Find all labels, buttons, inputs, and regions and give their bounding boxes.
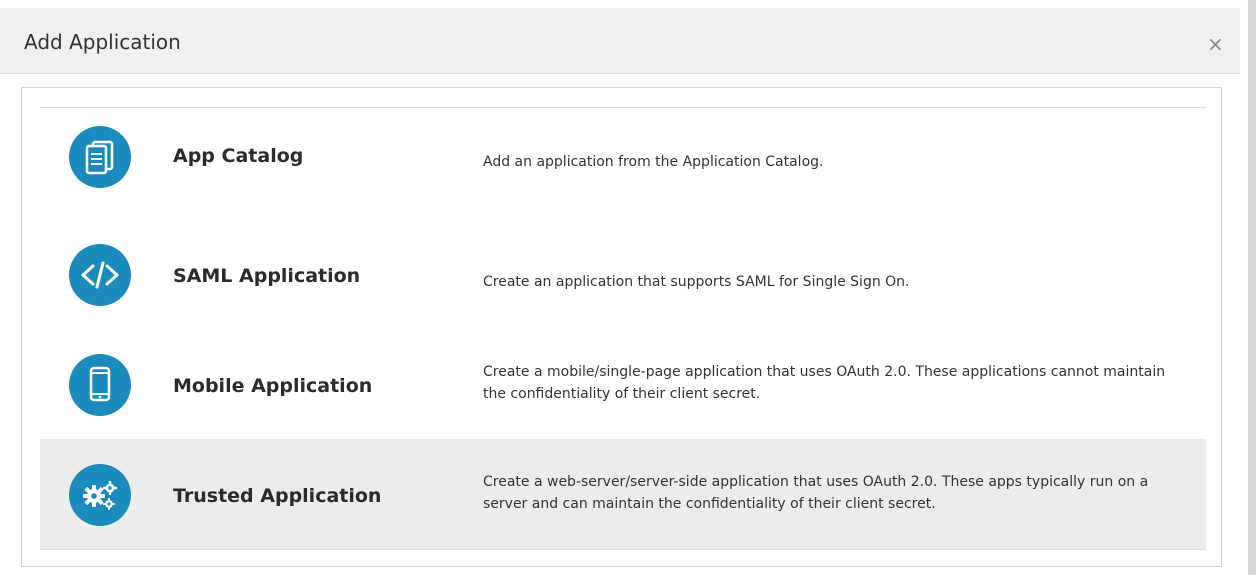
option-app-catalog[interactable]: App Catalog Add an application from the … xyxy=(40,109,1206,220)
option-title: App Catalog xyxy=(173,145,304,167)
application-type-list: App Catalog Add an application from the … xyxy=(40,107,1206,550)
option-title: SAML Application xyxy=(173,265,361,287)
add-application-dialog: Add Application × App Catalog Add an app… xyxy=(0,0,1240,575)
option-description: Create an application that supports SAML… xyxy=(483,274,910,290)
gears-icon xyxy=(69,464,131,526)
mobile-phone-icon xyxy=(69,354,131,416)
dialog-body: App Catalog Add an application from the … xyxy=(21,87,1222,567)
option-trusted-application[interactable]: Trusted Application Create a web-server/… xyxy=(40,439,1206,550)
dialog-title: Add Application xyxy=(24,30,181,54)
option-description: Add an application from the Application … xyxy=(483,154,824,170)
option-title: Mobile Application xyxy=(173,375,373,397)
option-mobile-application[interactable]: Mobile Application Create a mobile/singl… xyxy=(40,329,1206,440)
option-description: Create a web-server/server-side applicat… xyxy=(483,474,1149,512)
scrollbar-track[interactable] xyxy=(1248,0,1256,575)
option-description: Create a mobile/single-page application … xyxy=(483,364,1166,402)
option-title: Trusted Application xyxy=(173,485,382,507)
dialog-header: Add Application × xyxy=(0,8,1240,74)
code-icon xyxy=(69,244,131,306)
close-icon[interactable]: × xyxy=(1207,34,1224,54)
option-saml-application[interactable]: SAML Application Create an application t… xyxy=(40,219,1206,330)
catalog-icon xyxy=(69,126,131,188)
